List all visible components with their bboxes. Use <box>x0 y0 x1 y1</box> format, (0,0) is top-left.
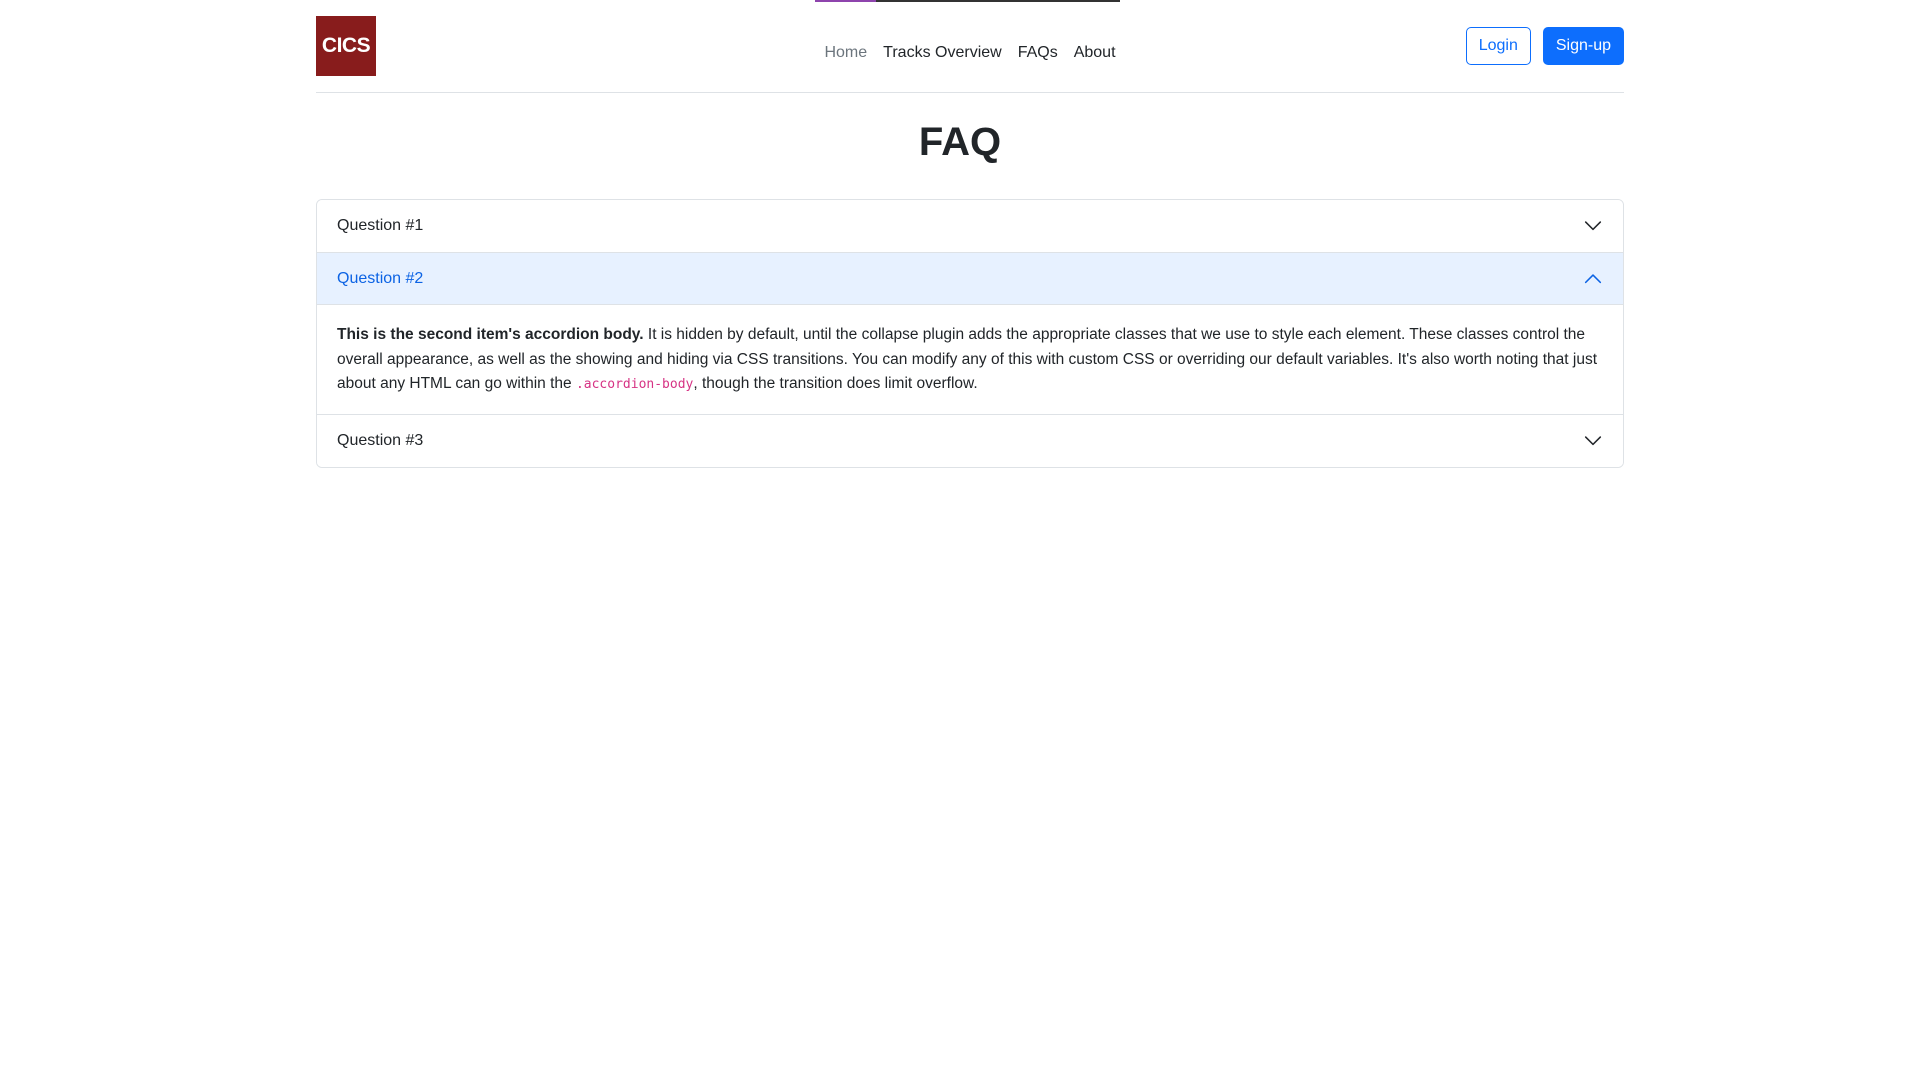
accordion-body-code: .accordion-body <box>575 377 694 392</box>
accordion-body-question-2: This is the second item's accordion body… <box>317 305 1623 414</box>
chevron-down-icon <box>1583 431 1603 451</box>
main-nav: Home Tracks Overview FAQs About <box>816 36 1123 70</box>
accordion-body-lead: This is the second item's accordion body… <box>337 326 644 343</box>
site-header: CICS Home Tracks Overview FAQs About Log… <box>316 16 1624 93</box>
nav-link-faqs[interactable]: FAQs <box>1010 36 1066 70</box>
cics-logo[interactable]: CICS <box>316 16 376 76</box>
accordion-question-label: Question #1 <box>337 217 424 234</box>
accordion-header-question-1[interactable]: Question #1 <box>317 200 1623 252</box>
signup-button[interactable]: Sign-up <box>1542 27 1624 65</box>
login-button[interactable]: Login <box>1465 27 1531 65</box>
page-title: FAQ <box>918 120 1002 164</box>
logo-text: CICS <box>321 34 371 57</box>
accordion-question-label: Question #2 <box>337 269 424 287</box>
accordion-item: Question #2 This is the second item's ac… <box>317 253 1623 415</box>
accordion-question-label: Question #3 <box>337 431 424 449</box>
faq-accordion: Question #1 Question #2 This is the seco… <box>316 199 1624 468</box>
accordion-item: Question #3 <box>317 414 1623 467</box>
accordion-item: Question #1 <box>317 200 1623 253</box>
top-accent-bar <box>815 0 1120 2</box>
nav-link-home[interactable]: Home <box>816 36 875 70</box>
auth-buttons: Login Sign-up <box>1465 27 1624 65</box>
nav-link-tracks-overview[interactable]: Tracks Overview <box>875 36 1010 70</box>
accordion-header-question-2[interactable]: Question #2 <box>317 253 1623 305</box>
chevron-up-icon <box>1583 269 1603 289</box>
chevron-down-icon <box>1583 216 1603 236</box>
accordion-body-tail: , though the transition does limit overf… <box>693 375 978 392</box>
nav-link-about[interactable]: About <box>1066 36 1124 70</box>
accordion-header-question-3[interactable]: Question #3 <box>317 414 1623 467</box>
